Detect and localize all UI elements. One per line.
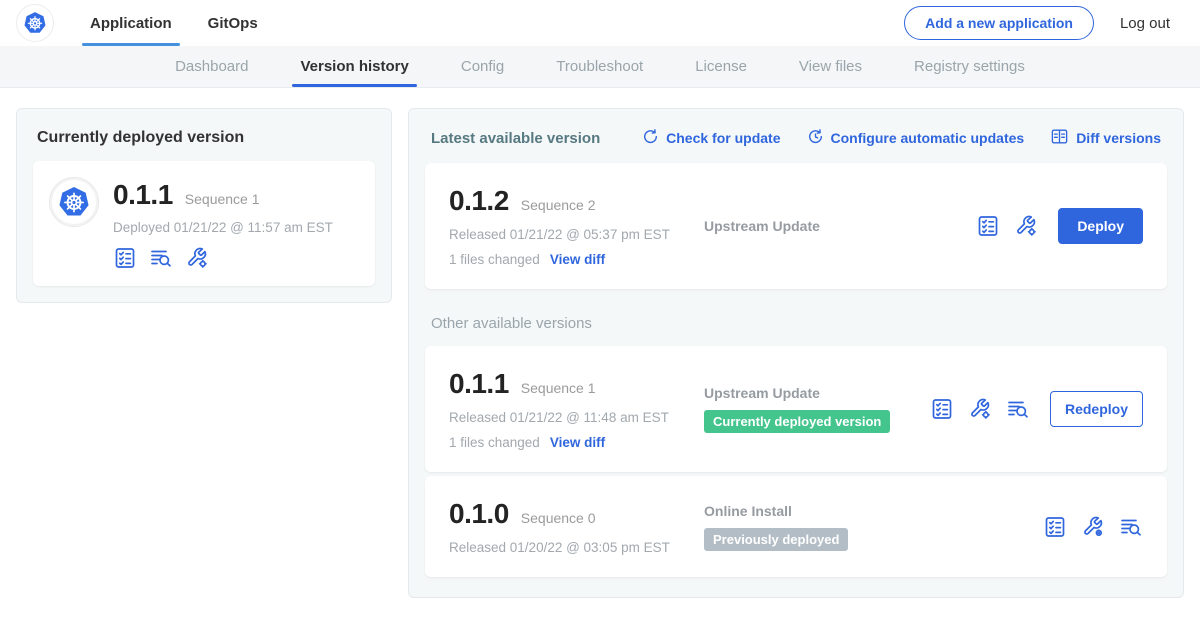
deployed-date: Deployed 01/21/22 @ 11:57 am EST bbox=[113, 220, 333, 235]
logout-button[interactable]: Log out bbox=[1120, 15, 1170, 32]
preflight-checks-icon[interactable] bbox=[113, 246, 137, 270]
schedule-update-icon bbox=[807, 128, 824, 148]
app-sub-nav: Dashboard Version history Config Trouble… bbox=[0, 46, 1200, 88]
refresh-icon bbox=[642, 128, 659, 148]
released-date: Released 01/21/22 @ 11:48 am EST bbox=[449, 410, 704, 425]
tab-license[interactable]: License bbox=[669, 46, 773, 87]
tab-view-files[interactable]: View files bbox=[773, 46, 888, 87]
tab-application[interactable]: Application bbox=[72, 0, 190, 46]
released-date: Released 01/20/22 @ 03:05 pm EST bbox=[449, 540, 704, 555]
version-source-label: Upstream Update bbox=[704, 385, 930, 401]
view-diff-link[interactable]: View diff bbox=[550, 252, 605, 267]
version-number: 0.1.1 bbox=[449, 368, 509, 400]
view-config-icon[interactable] bbox=[1081, 515, 1105, 539]
diff-versions-label: Diff versions bbox=[1076, 130, 1161, 146]
currently-deployed-panel: Currently deployed version 0.1.1 Sequenc… bbox=[16, 108, 392, 303]
preflight-checks-icon[interactable] bbox=[976, 214, 1000, 238]
version-card-0-1-1: 0.1.1 Sequence 1 Released 01/21/22 @ 11:… bbox=[425, 346, 1167, 472]
config-icon[interactable] bbox=[968, 397, 992, 421]
preflight-checks-icon[interactable] bbox=[1043, 515, 1067, 539]
logs-icon[interactable] bbox=[1006, 397, 1030, 421]
version-history-panel: Latest available version Check for updat… bbox=[408, 108, 1184, 598]
files-changed-label: 1 files changed bbox=[449, 252, 540, 267]
diff-versions-link[interactable]: Diff versions bbox=[1050, 127, 1161, 149]
config-icon[interactable] bbox=[185, 246, 209, 270]
version-card-0-1-0: 0.1.0 Sequence 0 Released 01/20/22 @ 03:… bbox=[425, 476, 1167, 577]
sequence-label: Sequence 1 bbox=[521, 380, 596, 396]
view-diff-link[interactable]: View diff bbox=[550, 435, 605, 450]
tab-gitops[interactable]: GitOps bbox=[190, 0, 276, 46]
kubernetes-logo bbox=[16, 4, 54, 42]
tab-registry-settings[interactable]: Registry settings bbox=[888, 46, 1051, 87]
configure-automatic-updates-label: Configure automatic updates bbox=[831, 130, 1025, 146]
deployed-version-card: 0.1.1 Sequence 1 Deployed 01/21/22 @ 11:… bbox=[33, 161, 375, 286]
version-number: 0.1.2 bbox=[449, 185, 509, 217]
main-content: Currently deployed version 0.1.1 Sequenc… bbox=[0, 88, 1200, 618]
released-date: Released 01/21/22 @ 05:37 pm EST bbox=[449, 227, 704, 242]
currently-deployed-title: Currently deployed version bbox=[37, 129, 371, 147]
previously-deployed-badge: Previously deployed bbox=[704, 528, 848, 551]
app-kubernetes-icon bbox=[49, 177, 99, 227]
preflight-checks-icon[interactable] bbox=[930, 397, 954, 421]
top-nav: Application GitOps Add a new application… bbox=[0, 0, 1200, 46]
logs-icon[interactable] bbox=[1119, 515, 1143, 539]
version-source-label: Upstream Update bbox=[704, 218, 976, 234]
tab-version-history[interactable]: Version history bbox=[274, 46, 434, 87]
logs-icon[interactable] bbox=[149, 246, 173, 270]
currently-deployed-badge: Currently deployed version bbox=[704, 410, 890, 433]
redeploy-button[interactable]: Redeploy bbox=[1050, 391, 1143, 427]
tab-dashboard[interactable]: Dashboard bbox=[149, 46, 274, 87]
sequence-label: Sequence 0 bbox=[521, 510, 596, 526]
check-for-update-label: Check for update bbox=[666, 130, 780, 146]
version-card-0-1-2: 0.1.2 Sequence 2 Released 01/21/22 @ 05:… bbox=[425, 163, 1167, 289]
version-source-label: Online Install bbox=[704, 503, 1043, 519]
deploy-button[interactable]: Deploy bbox=[1058, 208, 1143, 244]
deployed-version-number: 0.1.1 bbox=[113, 179, 173, 211]
configure-automatic-updates-link[interactable]: Configure automatic updates bbox=[807, 128, 1025, 148]
tab-config[interactable]: Config bbox=[435, 46, 530, 87]
config-icon[interactable] bbox=[1014, 214, 1038, 238]
tab-troubleshoot[interactable]: Troubleshoot bbox=[530, 46, 669, 87]
check-for-update-link[interactable]: Check for update bbox=[642, 128, 780, 148]
version-number: 0.1.0 bbox=[449, 498, 509, 530]
diff-icon bbox=[1050, 127, 1069, 149]
deployed-sequence-label: Sequence 1 bbox=[185, 191, 260, 207]
other-versions-heading: Other available versions bbox=[431, 315, 1161, 332]
latest-version-heading: Latest available version bbox=[431, 130, 600, 147]
sequence-label: Sequence 2 bbox=[521, 197, 596, 213]
files-changed-label: 1 files changed bbox=[449, 435, 540, 450]
top-nav-tabs: Application GitOps bbox=[72, 0, 276, 46]
add-application-button[interactable]: Add a new application bbox=[904, 6, 1094, 40]
